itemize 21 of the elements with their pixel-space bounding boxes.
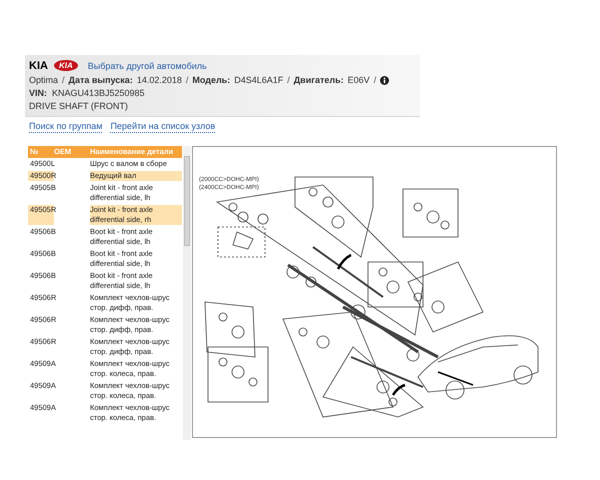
group-title: DRIVE SHAFT (FRONT) xyxy=(29,101,129,111)
model-name: Optima xyxy=(29,75,58,85)
scrollbar[interactable] xyxy=(183,146,191,440)
separator: / xyxy=(287,75,290,85)
kia-logo: KIA xyxy=(54,60,78,71)
field-value: 14.02.2018 xyxy=(136,75,182,85)
change-car-link[interactable]: Выбрать другой автомобиль xyxy=(88,60,207,70)
vin-value: KNAGU413BJ5250985 xyxy=(52,88,145,98)
field-value: E06V xyxy=(348,75,370,85)
separator: / xyxy=(186,75,188,85)
separator: / xyxy=(62,75,65,85)
field-label: Модель: xyxy=(192,75,230,85)
field-label: Дата выпуска: xyxy=(68,75,133,85)
info-icon[interactable] xyxy=(380,76,390,84)
nav-link[interactable]: Перейти на список узлов xyxy=(110,121,216,133)
brand-name: KIA xyxy=(29,60,48,70)
vin-label: VIN: xyxy=(29,88,47,98)
field-label: Двигатель: xyxy=(294,75,344,85)
separator: / xyxy=(374,75,376,85)
field-value: D4S4L6A1F xyxy=(234,75,284,85)
nav-link[interactable]: Поиск по группам xyxy=(29,121,102,133)
